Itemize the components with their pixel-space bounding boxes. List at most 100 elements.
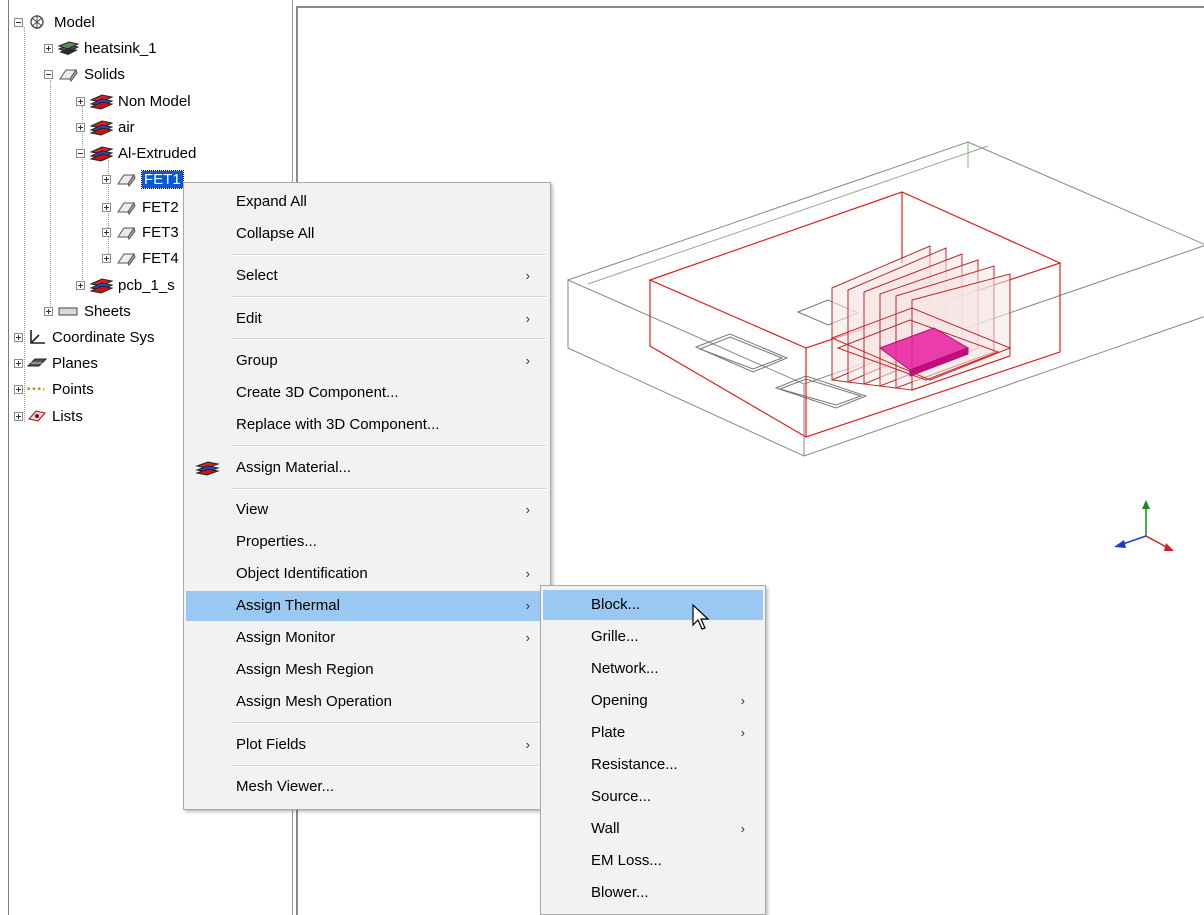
tree-label: Al-Extruded	[118, 144, 197, 162]
expand-toggle[interactable]	[102, 227, 111, 237]
mouse-pointer-icon	[692, 604, 710, 630]
tree-item-planes[interactable]: Planes	[14, 352, 98, 374]
menu-item-blower[interactable]: Blower...	[543, 878, 763, 908]
menu-item-edit[interactable]: Edit ›	[186, 304, 548, 334]
tree-item-fet1[interactable]: FET1	[102, 168, 184, 190]
tree-item-fet3[interactable]: FET3	[102, 221, 179, 243]
expand-toggle[interactable]	[14, 384, 23, 394]
expand-toggle[interactable]	[14, 332, 23, 342]
menu-item-properties[interactable]: Properties...	[186, 527, 548, 557]
tree-item-fet2[interactable]: FET2	[102, 196, 179, 218]
expand-toggle[interactable]	[76, 96, 85, 106]
tree-item-al-extruded[interactable]: Al-Extruded	[76, 142, 196, 164]
menu-label: Collapse All	[236, 225, 315, 242]
menu-item-plate[interactable]: Plate ›	[543, 718, 763, 748]
submenu-arrow-icon: ›	[525, 502, 530, 517]
menu-item-mesh-viewer[interactable]: Mesh Viewer...	[186, 772, 548, 802]
submenu-arrow-icon: ›	[525, 311, 530, 326]
expand-toggle[interactable]	[102, 253, 111, 263]
solid-icon	[117, 201, 136, 215]
menu-label: Group	[236, 352, 278, 369]
tree-item-heatsink[interactable]: heatsink_1	[44, 37, 157, 59]
coordinate-system-icon	[30, 330, 45, 344]
expand-toggle[interactable]	[76, 280, 85, 290]
expand-toggle[interactable]	[102, 174, 111, 184]
tree-item-air[interactable]: air	[76, 116, 135, 138]
tree-item-solids[interactable]: Solids	[44, 63, 125, 85]
menu-item-assign-mesh-region[interactable]: Assign Mesh Region	[186, 655, 548, 685]
tree-item-fet4[interactable]: FET4	[102, 247, 179, 269]
menu-item-view[interactable]: View ›	[186, 495, 548, 525]
axis-triad	[1114, 500, 1174, 551]
menu-item-opening[interactable]: Opening ›	[543, 686, 763, 716]
menu-item-wall[interactable]: Wall ›	[543, 814, 763, 844]
menu-label: EM Loss...	[591, 852, 662, 869]
menu-label: Source...	[591, 788, 652, 805]
menu-item-resistance[interactable]: Resistance...	[543, 750, 763, 780]
tree-item-lists[interactable]: Lists	[14, 405, 83, 427]
tree-item-sheets[interactable]: Sheets	[44, 300, 131, 322]
heatsink-icon	[57, 41, 80, 55]
menu-label: Block...	[591, 596, 641, 613]
collapse-toggle[interactable]	[76, 148, 85, 158]
tree-item-coordinate-systems[interactable]: Coordinate Sys	[14, 326, 155, 348]
menu-label: Wall	[591, 820, 620, 837]
panel-border	[8, 0, 9, 915]
tree-item-pcb[interactable]: pcb_1_s	[76, 274, 175, 296]
expand-toggle[interactable]	[76, 122, 85, 132]
menu-item-assign-thermal[interactable]: Assign Thermal ›	[186, 591, 548, 621]
expand-toggle[interactable]	[44, 306, 53, 316]
menu-item-replace-3d-component[interactable]: Replace with 3D Component...	[186, 410, 548, 440]
material-group-icon	[89, 278, 114, 294]
expand-toggle[interactable]	[14, 358, 23, 368]
menu-item-select[interactable]: Select ›	[186, 261, 548, 291]
tree-label: Lists	[52, 407, 83, 425]
menu-label: Create 3D Component...	[236, 384, 399, 401]
menu-item-object-identification[interactable]: Object Identification ›	[186, 559, 548, 589]
menu-label: Assign Mesh Region	[236, 661, 374, 678]
menu-item-network[interactable]: Network...	[543, 654, 763, 684]
tree-label: FET3	[142, 223, 179, 241]
solid-icon	[59, 68, 78, 82]
submenu-arrow-icon: ›	[740, 693, 745, 708]
menu-item-create-3d-component[interactable]: Create 3D Component...	[186, 378, 548, 408]
expand-toggle[interactable]	[44, 43, 53, 53]
tree-item-non-model[interactable]: Non Model	[76, 90, 191, 112]
material-group-icon	[89, 146, 114, 162]
tree-label: pcb_1_s	[118, 276, 175, 294]
menu-item-assign-mesh-operation[interactable]: Assign Mesh Operation	[186, 687, 548, 717]
menu-label: Properties...	[236, 533, 317, 550]
menu-item-source[interactable]: Source...	[543, 782, 763, 812]
menu-separator	[232, 765, 546, 767]
menu-label: Resistance...	[591, 756, 678, 773]
plane-icon	[26, 358, 48, 367]
menu-item-collapse-all[interactable]: Collapse All	[186, 219, 548, 249]
menu-label: Plate	[591, 724, 626, 741]
collapse-toggle[interactable]	[14, 17, 23, 27]
collapse-toggle[interactable]	[44, 69, 53, 79]
expand-toggle[interactable]	[102, 202, 111, 212]
menu-item-plot-fields[interactable]: Plot Fields ›	[186, 730, 548, 760]
menu-item-assign-material[interactable]: Assign Material...	[186, 453, 548, 483]
menu-item-grille[interactable]: Grille...	[543, 622, 763, 652]
menu-label: Grille...	[591, 628, 639, 645]
tree-label: heatsink_1	[84, 39, 157, 57]
menu-item-group[interactable]: Group ›	[186, 346, 548, 376]
sheet-icon	[58, 307, 78, 316]
tree-item-points[interactable]: •••› Points	[14, 378, 94, 400]
menu-label: Replace with 3D Component...	[236, 416, 440, 433]
menu-item-block[interactable]: Block...	[543, 590, 763, 620]
svg-text:•••›: •••›	[26, 385, 46, 395]
menu-item-expand-all[interactable]: Expand All	[186, 187, 548, 217]
menu-label: Plot Fields	[236, 736, 307, 753]
submenu-arrow-icon: ›	[525, 353, 530, 368]
menu-separator	[232, 338, 546, 340]
menu-item-assign-monitor[interactable]: Assign Monitor ›	[186, 623, 548, 653]
tree-label: FET4	[142, 249, 179, 267]
tree-label: Sheets	[84, 302, 131, 320]
expand-toggle[interactable]	[14, 411, 23, 421]
menu-item-em-loss[interactable]: EM Loss...	[543, 846, 763, 876]
tree-item-model[interactable]: Model	[14, 11, 95, 33]
menu-label: Network...	[591, 660, 659, 677]
assign-thermal-submenu: Block... Grille... Network... Opening › P…	[540, 585, 766, 915]
